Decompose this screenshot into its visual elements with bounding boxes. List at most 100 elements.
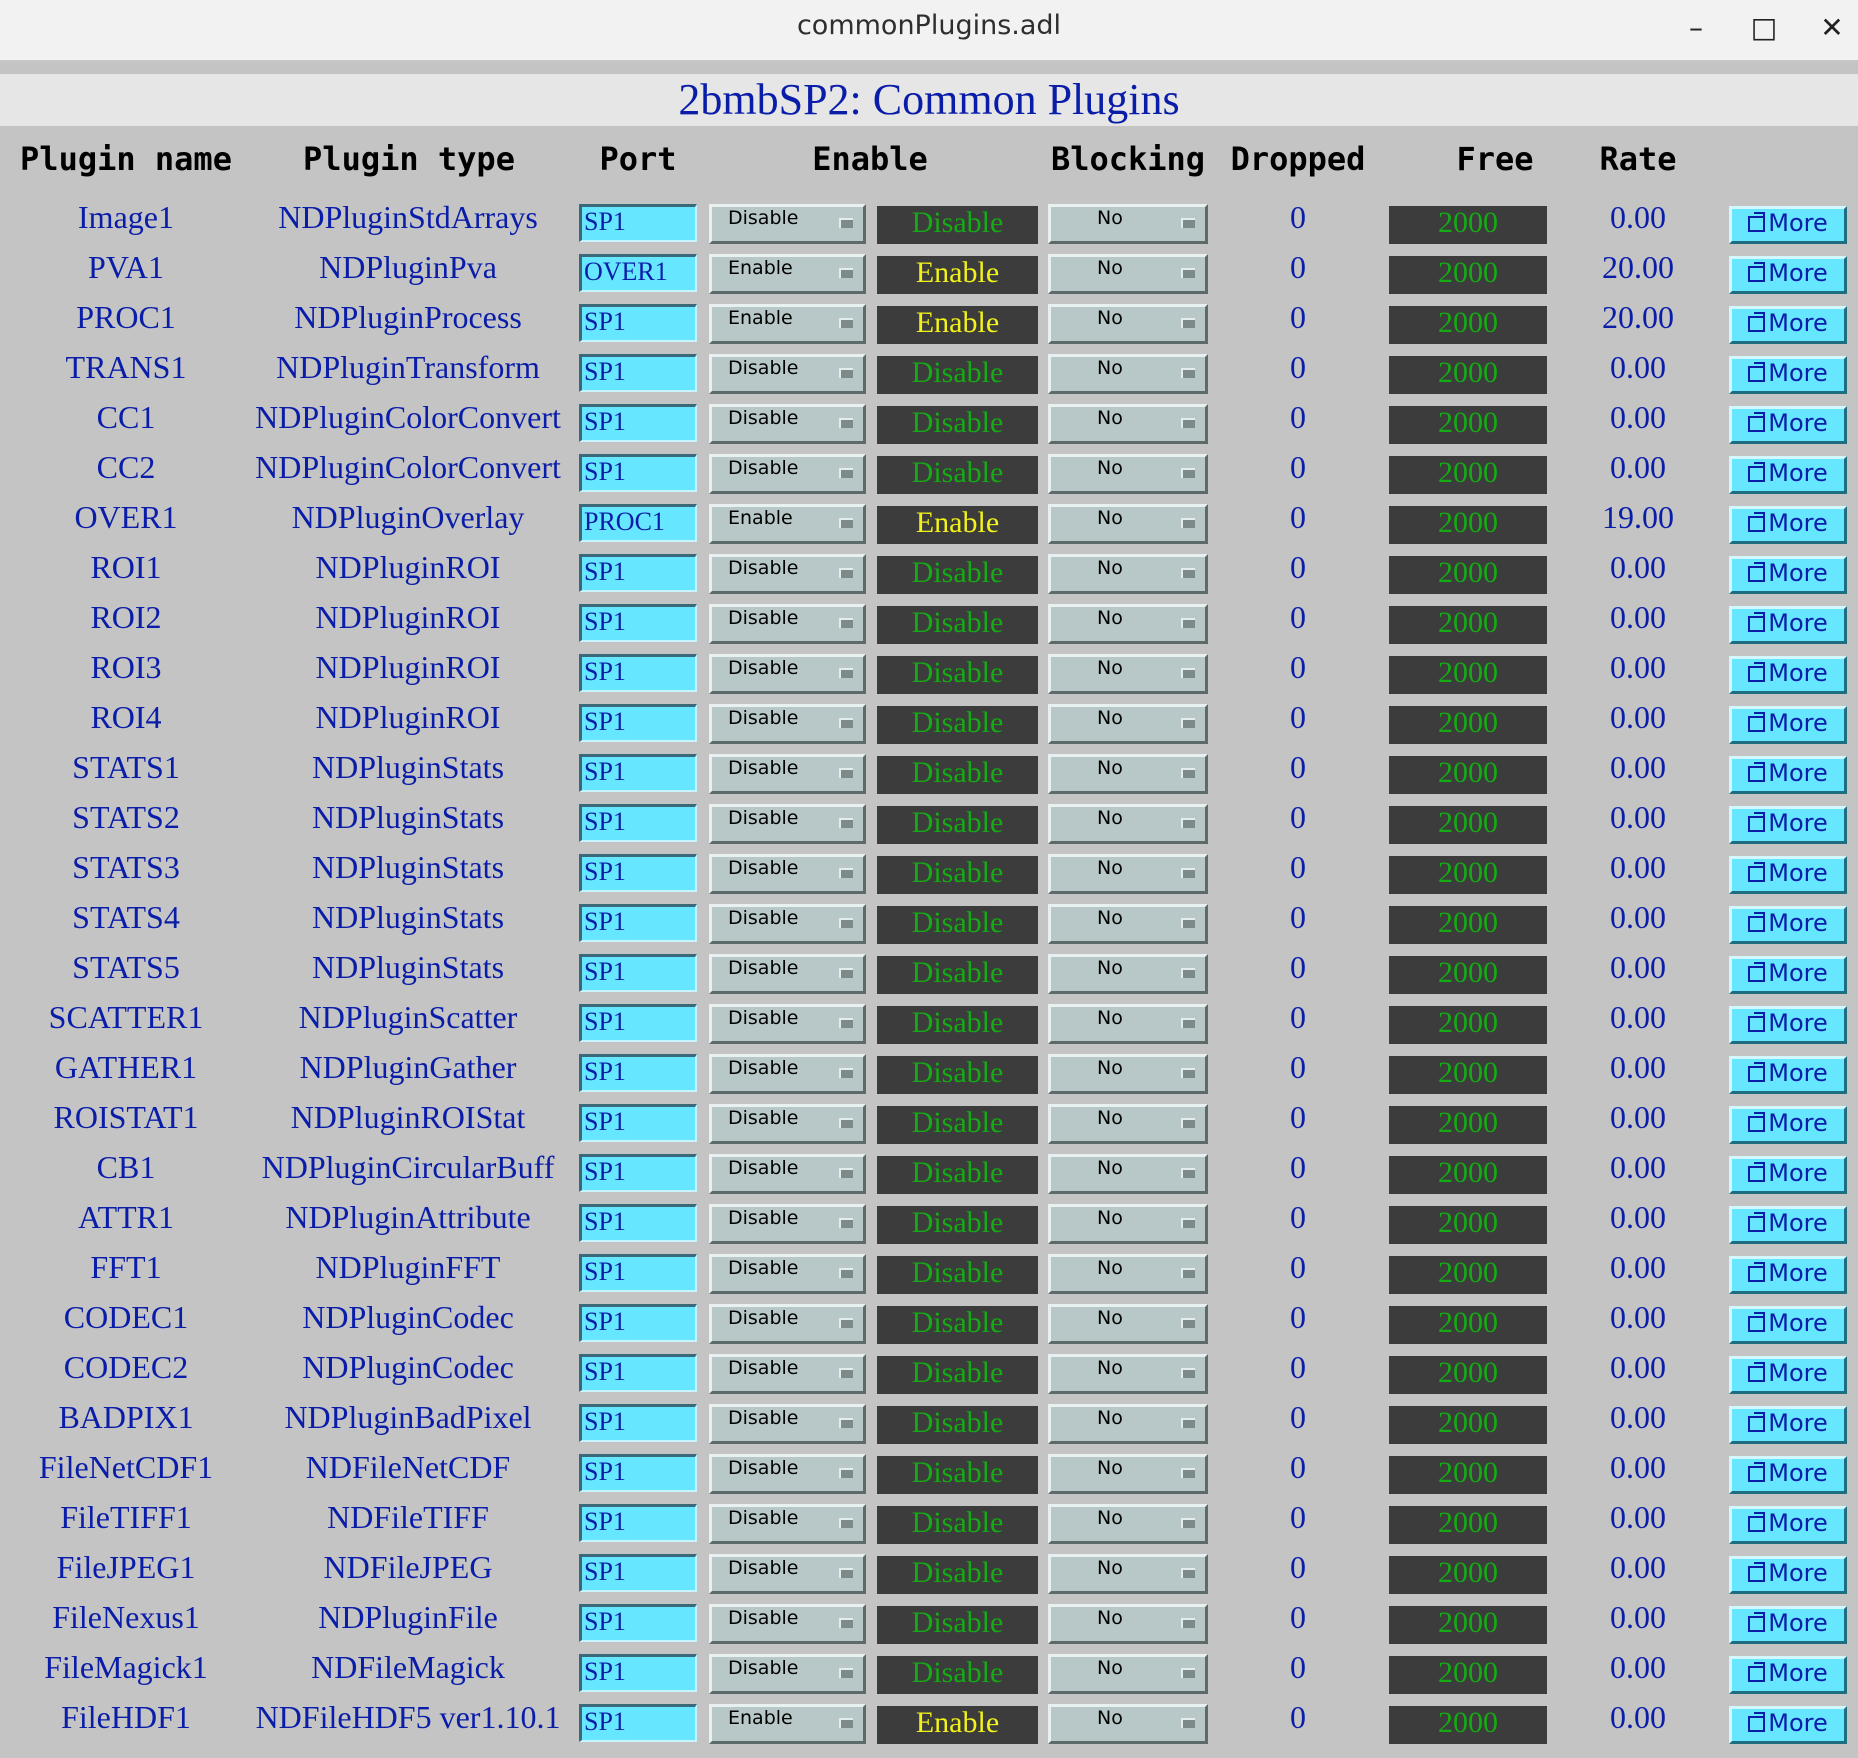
enable-menu[interactable]: Disable [709,654,866,694]
enable-menu[interactable]: Disable [709,1054,866,1094]
blocking-menu[interactable]: No [1048,204,1208,244]
minimize-icon[interactable]: – [1676,8,1716,48]
port-input[interactable]: SP1 [579,604,697,642]
enable-menu[interactable]: Enable [709,1704,866,1744]
more-button[interactable]: More [1729,1306,1847,1344]
more-button[interactable]: More [1729,1606,1847,1644]
blocking-menu[interactable]: No [1048,1254,1208,1294]
enable-menu[interactable]: Disable [709,1654,866,1694]
port-input[interactable]: SP1 [579,204,697,242]
port-input[interactable]: SP1 [579,804,697,842]
enable-menu[interactable]: Disable [709,1354,866,1394]
more-button[interactable]: More [1729,806,1847,844]
port-input[interactable]: OVER1 [579,254,697,292]
enable-menu[interactable]: Disable [709,1404,866,1444]
port-input[interactable]: SP1 [579,404,697,442]
port-input[interactable]: SP1 [579,1554,697,1592]
port-input[interactable]: SP1 [579,1604,697,1642]
enable-menu[interactable]: Disable [709,554,866,594]
more-button[interactable]: More [1729,1206,1847,1244]
blocking-menu[interactable]: No [1048,704,1208,744]
port-input[interactable]: SP1 [579,354,697,392]
more-button[interactable]: More [1729,906,1847,944]
blocking-menu[interactable]: No [1048,804,1208,844]
blocking-menu[interactable]: No [1048,1054,1208,1094]
more-button[interactable]: More [1729,206,1847,244]
enable-menu[interactable]: Disable [709,204,866,244]
enable-menu[interactable]: Disable [709,1504,866,1544]
enable-menu[interactable]: Disable [709,1604,866,1644]
port-input[interactable]: SP1 [579,1404,697,1442]
enable-menu[interactable]: Disable [709,1554,866,1594]
more-button[interactable]: More [1729,706,1847,744]
port-input[interactable]: SP1 [579,1154,697,1192]
port-input[interactable]: SP1 [579,1454,697,1492]
more-button[interactable]: More [1729,1256,1847,1294]
enable-menu[interactable]: Disable [709,954,866,994]
port-input[interactable]: SP1 [579,1704,697,1742]
blocking-menu[interactable]: No [1048,504,1208,544]
enable-menu[interactable]: Disable [709,404,866,444]
more-button[interactable]: More [1729,1456,1847,1494]
port-input[interactable]: SP1 [579,1254,697,1292]
enable-menu[interactable]: Disable [709,1154,866,1194]
more-button[interactable]: More [1729,1156,1847,1194]
more-button[interactable]: More [1729,756,1847,794]
blocking-menu[interactable]: No [1048,854,1208,894]
more-button[interactable]: More [1729,656,1847,694]
blocking-menu[interactable]: No [1048,354,1208,394]
more-button[interactable]: More [1729,506,1847,544]
enable-menu[interactable]: Disable [709,354,866,394]
more-button[interactable]: More [1729,1656,1847,1694]
enable-menu[interactable]: Enable [709,254,866,294]
blocking-menu[interactable]: No [1048,1504,1208,1544]
blocking-menu[interactable]: No [1048,904,1208,944]
enable-menu[interactable]: Disable [709,1104,866,1144]
blocking-menu[interactable]: No [1048,1154,1208,1194]
blocking-menu[interactable]: No [1048,1554,1208,1594]
enable-menu[interactable]: Disable [709,704,866,744]
more-button[interactable]: More [1729,456,1847,494]
port-input[interactable]: SP1 [579,454,697,492]
enable-menu[interactable]: Disable [709,754,866,794]
blocking-menu[interactable]: No [1048,404,1208,444]
maximize-icon[interactable]: □ [1744,8,1784,48]
port-input[interactable]: SP1 [579,1004,697,1042]
more-button[interactable]: More [1729,856,1847,894]
blocking-menu[interactable]: No [1048,1354,1208,1394]
enable-menu[interactable]: Enable [709,304,866,344]
more-button[interactable]: More [1729,556,1847,594]
enable-menu[interactable]: Disable [709,904,866,944]
blocking-menu[interactable]: No [1048,1204,1208,1244]
port-input[interactable]: SP1 [579,554,697,592]
enable-menu[interactable]: Disable [709,804,866,844]
port-input[interactable]: SP1 [579,754,697,792]
port-input[interactable]: SP1 [579,1654,697,1692]
blocking-menu[interactable]: No [1048,554,1208,594]
more-button[interactable]: More [1729,1506,1847,1544]
close-icon[interactable]: ✕ [1812,8,1852,48]
more-button[interactable]: More [1729,606,1847,644]
enable-menu[interactable]: Disable [709,604,866,644]
port-input[interactable]: SP1 [579,1104,697,1142]
more-button[interactable]: More [1729,306,1847,344]
more-button[interactable]: More [1729,406,1847,444]
blocking-menu[interactable]: No [1048,454,1208,494]
port-input[interactable]: SP1 [579,854,697,892]
port-input[interactable]: SP1 [579,1354,697,1392]
more-button[interactable]: More [1729,1106,1847,1144]
blocking-menu[interactable]: No [1048,1454,1208,1494]
blocking-menu[interactable]: No [1048,1704,1208,1744]
enable-menu[interactable]: Disable [709,1004,866,1044]
enable-menu[interactable]: Enable [709,504,866,544]
more-button[interactable]: More [1729,1706,1847,1744]
port-input[interactable]: SP1 [579,1204,697,1242]
enable-menu[interactable]: Disable [709,454,866,494]
more-button[interactable]: More [1729,1006,1847,1044]
port-input[interactable]: SP1 [579,954,697,992]
port-input[interactable]: SP1 [579,704,697,742]
blocking-menu[interactable]: No [1048,1654,1208,1694]
port-input[interactable]: PROC1 [579,504,697,542]
port-input[interactable]: SP1 [579,904,697,942]
more-button[interactable]: More [1729,356,1847,394]
